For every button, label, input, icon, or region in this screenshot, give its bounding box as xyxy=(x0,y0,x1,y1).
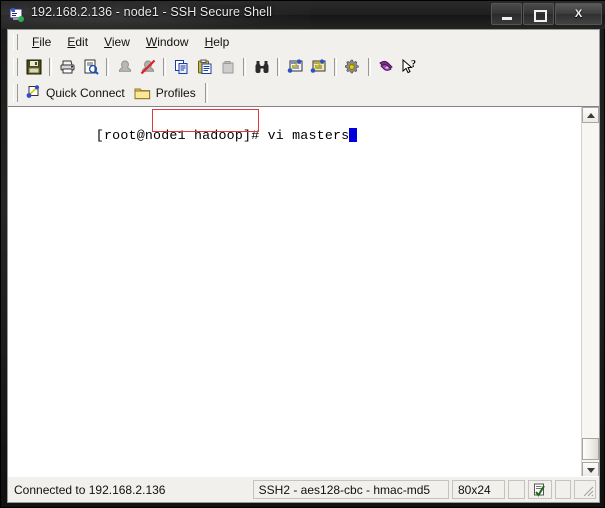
copy-button[interactable] xyxy=(170,56,193,78)
help-button[interactable] xyxy=(375,56,398,78)
printer-icon xyxy=(60,60,75,74)
menu-help-accel: H xyxy=(204,35,214,49)
binoculars-icon xyxy=(255,61,268,73)
toolbar-separator xyxy=(243,58,246,76)
menu-window[interactable]: Window xyxy=(138,32,197,52)
capture-log-icon xyxy=(533,483,545,497)
paste-button[interactable] xyxy=(193,56,216,78)
menu-bar: File Edit View Window Help xyxy=(8,30,599,55)
window-controls: X xyxy=(491,3,602,25)
menu-view-accel: V xyxy=(104,35,112,49)
menu-view-label: iew xyxy=(111,35,130,49)
maximize-icon xyxy=(533,10,547,22)
menu-file[interactable]: File xyxy=(24,32,59,52)
context-help-button[interactable]: ? xyxy=(398,56,421,78)
menu-help-label: elp xyxy=(213,35,230,49)
quick-connect-bar: Quick Connect Profiles xyxy=(8,80,599,107)
menu-window-label: indow xyxy=(157,35,189,49)
quick-connect-button[interactable]: Quick Connect xyxy=(22,82,131,104)
toolbar-separator xyxy=(368,58,371,76)
title-bar[interactable]: 192.168.2.136 - node1 - SSH Secure Shell… xyxy=(1,1,605,29)
close-button[interactable]: X xyxy=(555,3,602,25)
scroll-up-button[interactable] xyxy=(582,107,599,123)
close-icon: X xyxy=(574,8,583,20)
terminal-region: [root@node1 hadoop]# vi masters xyxy=(8,106,599,478)
main-toolbar: ? xyxy=(8,54,599,81)
connect-person-icon xyxy=(118,60,131,72)
toolbar-separator xyxy=(49,58,52,76)
print-preview-button[interactable] xyxy=(79,56,102,78)
clipboard-paste-icon xyxy=(197,59,211,74)
ssh-terminal-icon xyxy=(9,7,25,23)
application-window: 192.168.2.136 - node1 - SSH Secure Shell… xyxy=(0,0,605,508)
menu-help[interactable]: Help xyxy=(197,32,238,52)
print-preview-icon xyxy=(84,59,99,75)
quick-connect-label: Quick Connect xyxy=(46,86,125,100)
menu-window-accel: W xyxy=(145,35,158,49)
svg-text:?: ? xyxy=(411,59,416,70)
quickbar-separator xyxy=(204,83,208,103)
terminal-prompt-line: [root@node1 hadoop]# vi masters xyxy=(14,112,358,160)
status-spacer-1 xyxy=(508,480,526,499)
menu-view[interactable]: View xyxy=(96,32,138,52)
status-spacer-2 xyxy=(554,480,572,499)
cut-button[interactable] xyxy=(216,56,239,78)
status-connection: Connected to 192.168.2.136 xyxy=(8,480,250,499)
resize-grip-icon xyxy=(583,486,594,497)
terminal-scrollbar[interactable] xyxy=(581,107,599,478)
find-button[interactable] xyxy=(250,56,273,78)
menu-edit[interactable]: Edit xyxy=(59,32,96,52)
file-transfer-button[interactable] xyxy=(307,56,330,78)
new-terminal-button[interactable] xyxy=(284,56,307,78)
toolbar-separator xyxy=(163,58,166,76)
connect-button[interactable] xyxy=(113,56,136,78)
terminal-command-text: [root@node1 hadoop]# vi masters xyxy=(95,128,350,143)
scroll-down-arrow-icon xyxy=(586,467,595,473)
floppy-disk-icon xyxy=(26,59,41,75)
toolbar-separator xyxy=(106,58,109,76)
file-transfer-window-icon xyxy=(310,59,326,73)
terminal-window-icon xyxy=(287,59,303,73)
minimize-icon xyxy=(501,17,512,20)
window-title: 192.168.2.136 - node1 - SSH Secure Shell xyxy=(31,5,272,19)
terminal-output[interactable]: [root@node1 hadoop]# vi masters xyxy=(10,107,580,477)
minimize-button[interactable] xyxy=(491,3,522,25)
scrollbar-thumb[interactable] xyxy=(582,438,599,460)
maximize-button[interactable] xyxy=(523,3,554,25)
status-resize-area[interactable] xyxy=(574,480,597,499)
profiles-label: Profiles xyxy=(155,86,196,100)
toolbar-separator xyxy=(277,58,280,76)
disconnect-button[interactable] xyxy=(136,56,159,78)
status-indicator[interactable] xyxy=(528,480,552,499)
client-area: File Edit View Window Help ? Quick Conne… xyxy=(7,29,600,503)
disconnect-person-icon xyxy=(140,59,155,75)
quickbar-drag-handle[interactable] xyxy=(13,84,18,102)
menu-edit-label: dit xyxy=(75,35,89,49)
menu-drag-handle[interactable] xyxy=(13,34,18,50)
connect-plug-icon xyxy=(26,85,40,98)
clipboard-empty-icon xyxy=(222,61,233,74)
menu-file-label: ile xyxy=(39,35,52,49)
save-button[interactable] xyxy=(22,56,45,78)
status-terminal-size: 80x24 xyxy=(451,480,506,499)
copy-pages-icon xyxy=(174,60,187,74)
toolbar-separator xyxy=(334,58,337,76)
scroll-up-arrow-icon xyxy=(586,112,595,118)
print-button[interactable] xyxy=(56,56,79,78)
status-bar: Connected to 192.168.2.136 SSH2 - aes128… xyxy=(8,476,599,502)
folder-icon xyxy=(134,88,150,100)
toolbar-drag-handle[interactable] xyxy=(13,58,18,76)
purple-book-icon xyxy=(379,61,393,71)
arrow-question-icon: ? xyxy=(402,59,416,74)
terminal-cursor xyxy=(349,128,358,142)
status-cipher: SSH2 - aes128-cbc - hmac-md5 xyxy=(252,480,449,499)
settings-button[interactable] xyxy=(341,56,364,78)
gear-settings-icon xyxy=(344,59,359,74)
scrollbar-track[interactable] xyxy=(582,123,599,462)
profiles-button[interactable]: Profiles xyxy=(131,82,202,104)
